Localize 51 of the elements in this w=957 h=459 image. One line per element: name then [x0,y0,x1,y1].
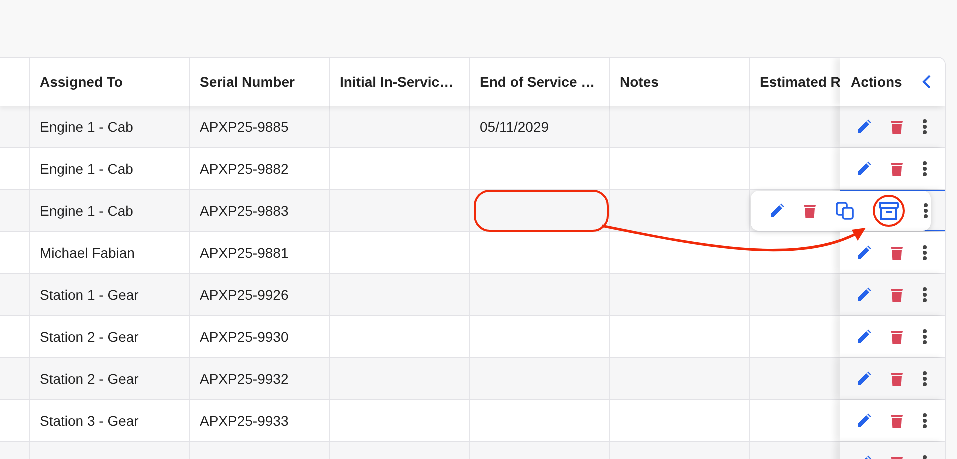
more-button[interactable] [923,203,929,219]
table-cell: Engine 1 - Cab [40,202,134,218]
edit-button[interactable] [856,370,872,386]
delete-button[interactable] [890,160,904,176]
table-cell: APXP25-9882 [200,160,289,176]
delete-button[interactable] [803,203,817,219]
table-cell: APXP25-9883 [200,202,289,218]
edit-button[interactable] [856,328,872,344]
more-button[interactable] [922,412,928,428]
archive-button[interactable] [873,195,905,227]
table-cell: 05/11/2029 [480,118,550,134]
edit-button[interactable] [856,118,872,134]
more-button[interactable] [922,286,928,302]
edit-button[interactable] [856,244,872,260]
table-cell: APXP25-9881 [200,244,289,260]
column-header[interactable]: End of Service … [480,74,596,90]
table-cell: APXP25-9885 [200,118,289,134]
column-header[interactable]: Notes [620,74,659,90]
archive-icon[interactable] [879,202,899,220]
edit-button[interactable] [769,203,785,219]
table-cell: APXP25-9930 [200,328,289,344]
chevron-left-icon[interactable] [922,75,932,89]
column-header: Actions [851,74,902,90]
table-cell: APXP25-9926 [200,286,289,302]
column-header[interactable]: Serial Number [200,74,295,90]
copy-button[interactable] [835,201,855,221]
table-cell: Engine 1 - Cab [40,118,134,134]
delete-button[interactable] [890,118,904,134]
more-button[interactable] [922,118,928,134]
column-header[interactable]: Assigned To [40,74,123,90]
table-cell: Station 2 - Gear [40,370,139,386]
delete-button[interactable] [890,412,904,428]
table-cell: Station 1 - Gear [40,286,139,302]
more-button[interactable] [922,370,928,386]
delete-button[interactable] [890,244,904,260]
more-button[interactable] [922,244,928,260]
edit-button[interactable] [856,286,872,302]
table-cell: Engine 1 - Cab [40,160,134,176]
edit-button[interactable] [856,412,872,428]
table-cell: Michael Fabian [40,244,135,260]
delete-button[interactable] [890,370,904,386]
table-cell: APXP25-9932 [200,370,289,386]
table-cell: APXP25-9933 [200,412,289,428]
more-button[interactable] [922,160,928,176]
table-cell: Station 3 - Gear [40,412,139,428]
edit-button[interactable] [856,160,872,176]
more-button[interactable] [922,328,928,344]
table-cell: Station 2 - Gear [40,328,139,344]
column-header[interactable]: Initial In-Servic… [340,74,454,90]
delete-button[interactable] [890,286,904,302]
delete-button[interactable] [890,328,904,344]
